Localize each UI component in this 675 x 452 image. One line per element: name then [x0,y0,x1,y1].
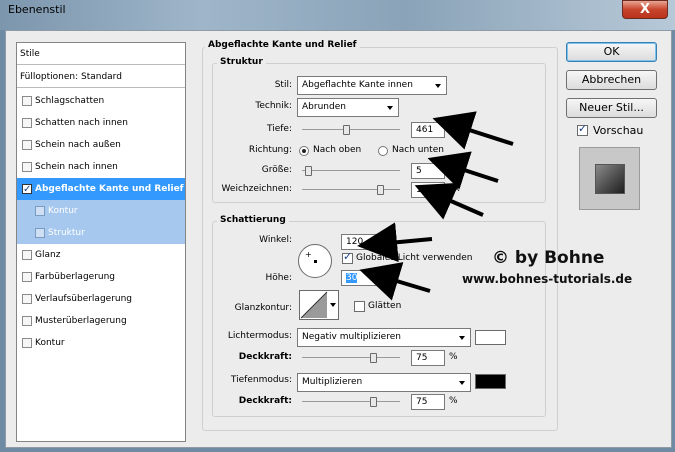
arrow-icon [359,262,431,301]
arrow-icon [357,222,433,263]
window-title: Ebenenstil [8,3,66,16]
arrow-icon [432,111,514,150]
annotation-arrows [357,111,514,301]
arrow-icon [427,151,499,190]
arrow-icon [414,182,484,220]
title-bar[interactable]: Ebenenstil X [0,0,675,30]
close-button[interactable]: X [622,0,668,19]
layer-style-dialog: Stile Fülloptionen: Standard Schlagschat… [5,30,672,448]
